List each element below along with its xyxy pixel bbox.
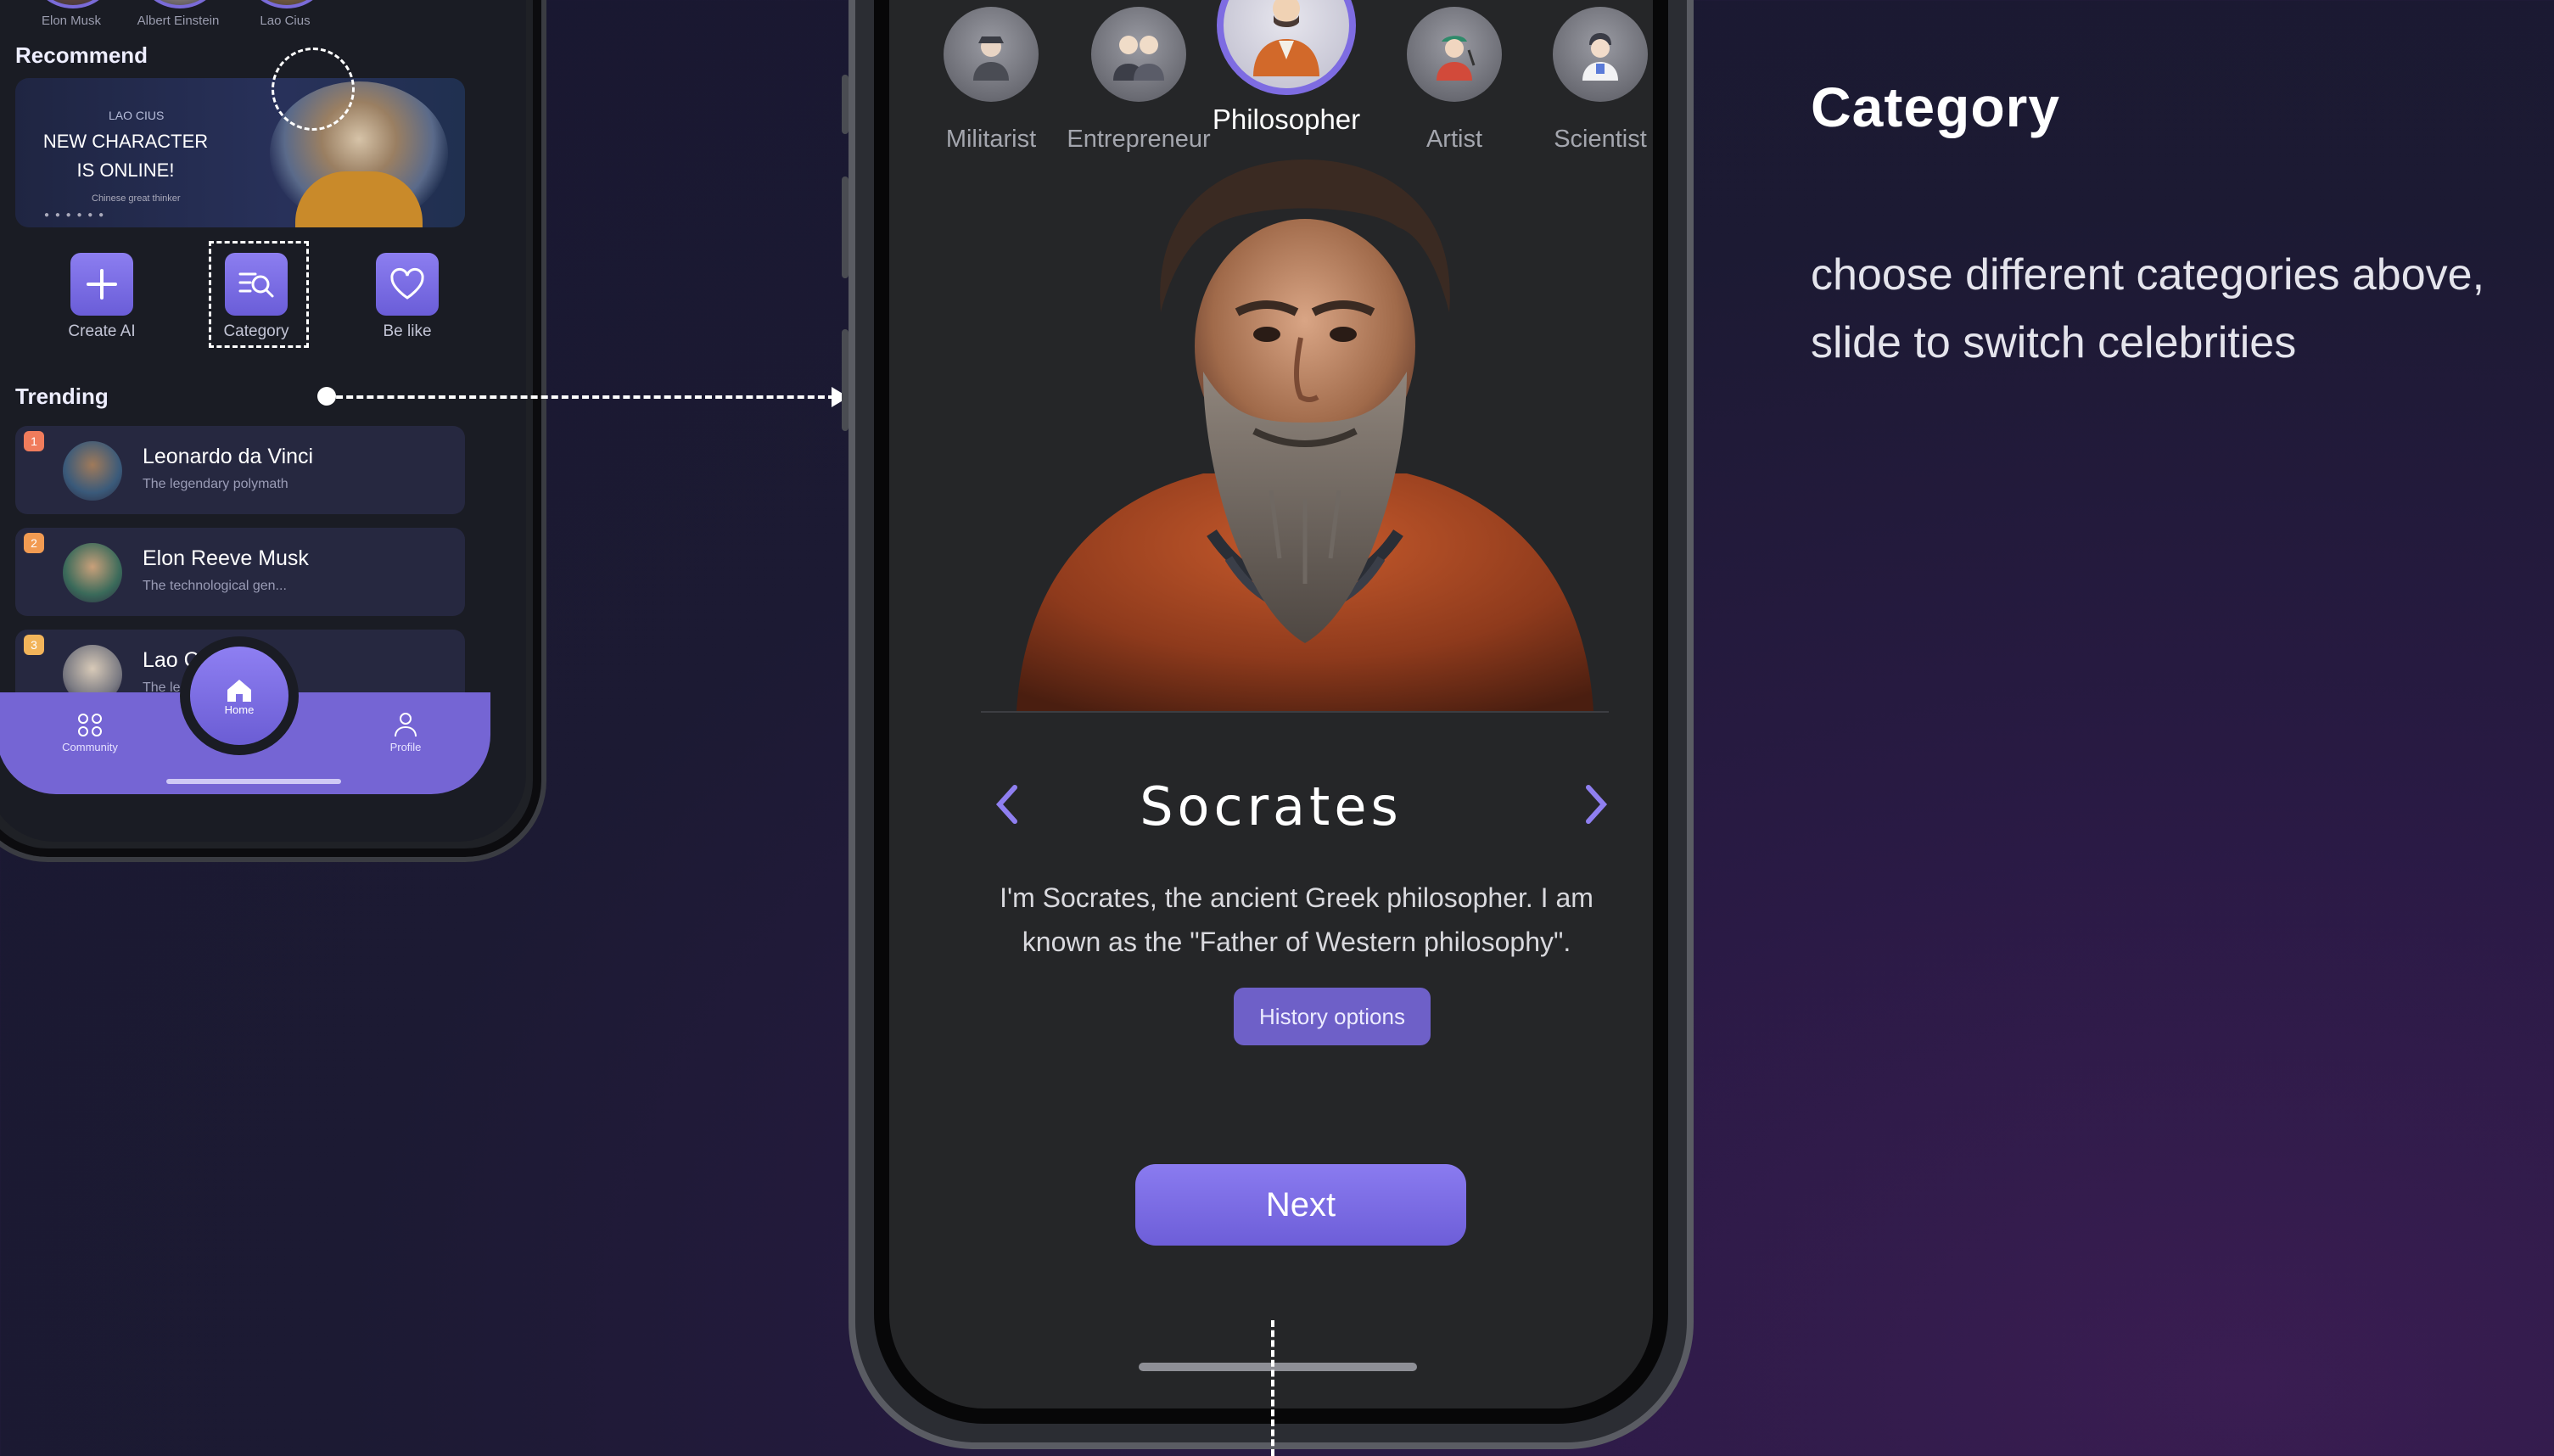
militarist-icon: [944, 7, 1039, 102]
entrepreneur-icon: [1091, 7, 1186, 102]
phone-volume-up: [842, 176, 849, 278]
celebrity-name: Socrates: [1140, 776, 1403, 837]
tab-profile-label: Profile: [389, 741, 422, 753]
tab-home-label: Home: [224, 703, 255, 716]
profile-icon: [395, 713, 417, 737]
bottom-tab-bar: Community Home Profile: [0, 636, 490, 794]
highlight-dashed-circle: [272, 48, 355, 131]
avatar-label: Lao Cius: [260, 14, 311, 28]
banner-subtitle: Chinese great thinker: [92, 193, 181, 204]
recommend-banner[interactable]: LAO CIUS NEW CHARACTER IS ONLINE! Chines…: [15, 78, 465, 227]
next-button[interactable]: Next: [1135, 1164, 1466, 1246]
be-like-button[interactable]: Be like: [339, 253, 475, 341]
avatar-item[interactable]: Elon Musk: [29, 0, 117, 28]
avatar-label: Elon Musk: [41, 14, 102, 28]
annotation-description-line: choose different categories above,: [1811, 250, 2485, 300]
tab-community-label: Community: [62, 741, 118, 753]
rank-badge: 2: [24, 533, 44, 553]
trending-avatar: [63, 441, 122, 501]
tab-home[interactable]: Home: [180, 636, 299, 755]
connector-start-dot: [317, 387, 336, 406]
avatar-item[interactable]: Lao Cius: [243, 0, 331, 28]
trending-avatar: [63, 543, 122, 602]
avatar-item[interactable]: Albert Einstein: [136, 0, 224, 28]
community-icon: [78, 714, 102, 736]
home-indicator: [166, 779, 341, 784]
trending-heading: Trending: [15, 384, 109, 409]
trending-name: Elon Reeve Musk: [143, 546, 309, 570]
celebrity-bio: I'm Socrates, the ancient Greek philosop…: [1000, 882, 1593, 957]
avatar[interactable]: [136, 0, 224, 8]
plus-icon: [70, 253, 133, 316]
category-scientist[interactable]: Scientist: [1524, 7, 1653, 154]
annotation-title: Category: [1811, 76, 2061, 138]
avatar[interactable]: [29, 0, 117, 8]
category-entrepreneur[interactable]: Entrepreneur: [1062, 7, 1215, 154]
philosopher-icon: [1217, 0, 1356, 95]
right-phone-bezel: Militarist Entrepreneur Philosopher Arti…: [874, 0, 1668, 1424]
rank-badge: 3: [24, 635, 44, 655]
socrates-portrait-image: [1017, 160, 1593, 711]
trending-description: The technological gen...: [143, 579, 287, 593]
create-ai-label: Create AI: [68, 322, 136, 340]
trending-card[interactable]: 2 Elon Reeve Musk The technological gen.…: [15, 528, 465, 616]
celebrity-name-row: Socrates: [889, 776, 1653, 837]
chevron-right-icon: [1586, 785, 1608, 824]
artist-icon: [1407, 7, 1502, 102]
left-phone-screen: Elon Musk Albert Einstein Lao Cius Recom…: [0, 0, 526, 842]
banner-headline: NEW CHARACTER IS ONLINE!: [42, 131, 209, 181]
avatar[interactable]: [243, 0, 331, 8]
category-artist[interactable]: Artist: [1378, 7, 1531, 154]
section-divider: [981, 711, 1609, 713]
avatar-label: Albert Einstein: [137, 14, 220, 28]
be-like-label: Be like: [383, 322, 432, 340]
banner-pagination-dots: ● ● ● ● ● ●: [44, 210, 106, 220]
vertical-dashed-connector: [1271, 1320, 1274, 1456]
celebrity-avatar-row: Elon Musk Albert Einstein Lao Cius: [29, 0, 331, 28]
connector-dashed-line: [326, 395, 835, 399]
tab-profile[interactable]: Profile: [363, 711, 448, 753]
heart-icon: [376, 253, 439, 316]
trending-description: The legendary polymath: [143, 477, 288, 491]
annotation-description: choose different categories above, slide…: [1811, 241, 2554, 377]
left-phone: Elon Musk Albert Einstein Lao Cius Recom…: [0, 0, 546, 862]
phone-side-button: [842, 75, 849, 134]
home-indicator: [1139, 1363, 1417, 1371]
rank-badge: 1: [24, 431, 44, 451]
scientist-icon: [1553, 7, 1648, 102]
recommend-heading: Recommend: [15, 42, 148, 68]
highlight-dashed-box: [209, 241, 309, 348]
right-phone-screen: Militarist Entrepreneur Philosopher Arti…: [889, 0, 1653, 1408]
home-button-inner: Home: [190, 647, 288, 745]
next-celebrity-button[interactable]: [1580, 779, 1614, 841]
celebrity-portrait[interactable]: [1000, 134, 1610, 711]
banner-kicker: LAO CIUS: [109, 109, 165, 122]
history-options-button[interactable]: History options: [1234, 988, 1431, 1045]
category-militarist[interactable]: Militarist: [915, 7, 1067, 154]
category-philosopher[interactable]: Philosopher: [1210, 0, 1363, 136]
phone-volume-down: [842, 329, 849, 431]
annotation-description-line: slide to switch celebrities: [1811, 318, 2297, 367]
trending-name: Leonardo da Vinci: [143, 445, 314, 468]
category-label-active: Philosopher: [1212, 104, 1361, 135]
home-icon: [227, 679, 251, 702]
right-phone: Militarist Entrepreneur Philosopher Arti…: [842, 0, 1694, 1449]
create-ai-button[interactable]: Create AI: [34, 253, 170, 341]
trending-card[interactable]: 1 Leonardo da Vinci The legendary polyma…: [15, 426, 465, 514]
tab-community[interactable]: Community: [48, 711, 132, 753]
